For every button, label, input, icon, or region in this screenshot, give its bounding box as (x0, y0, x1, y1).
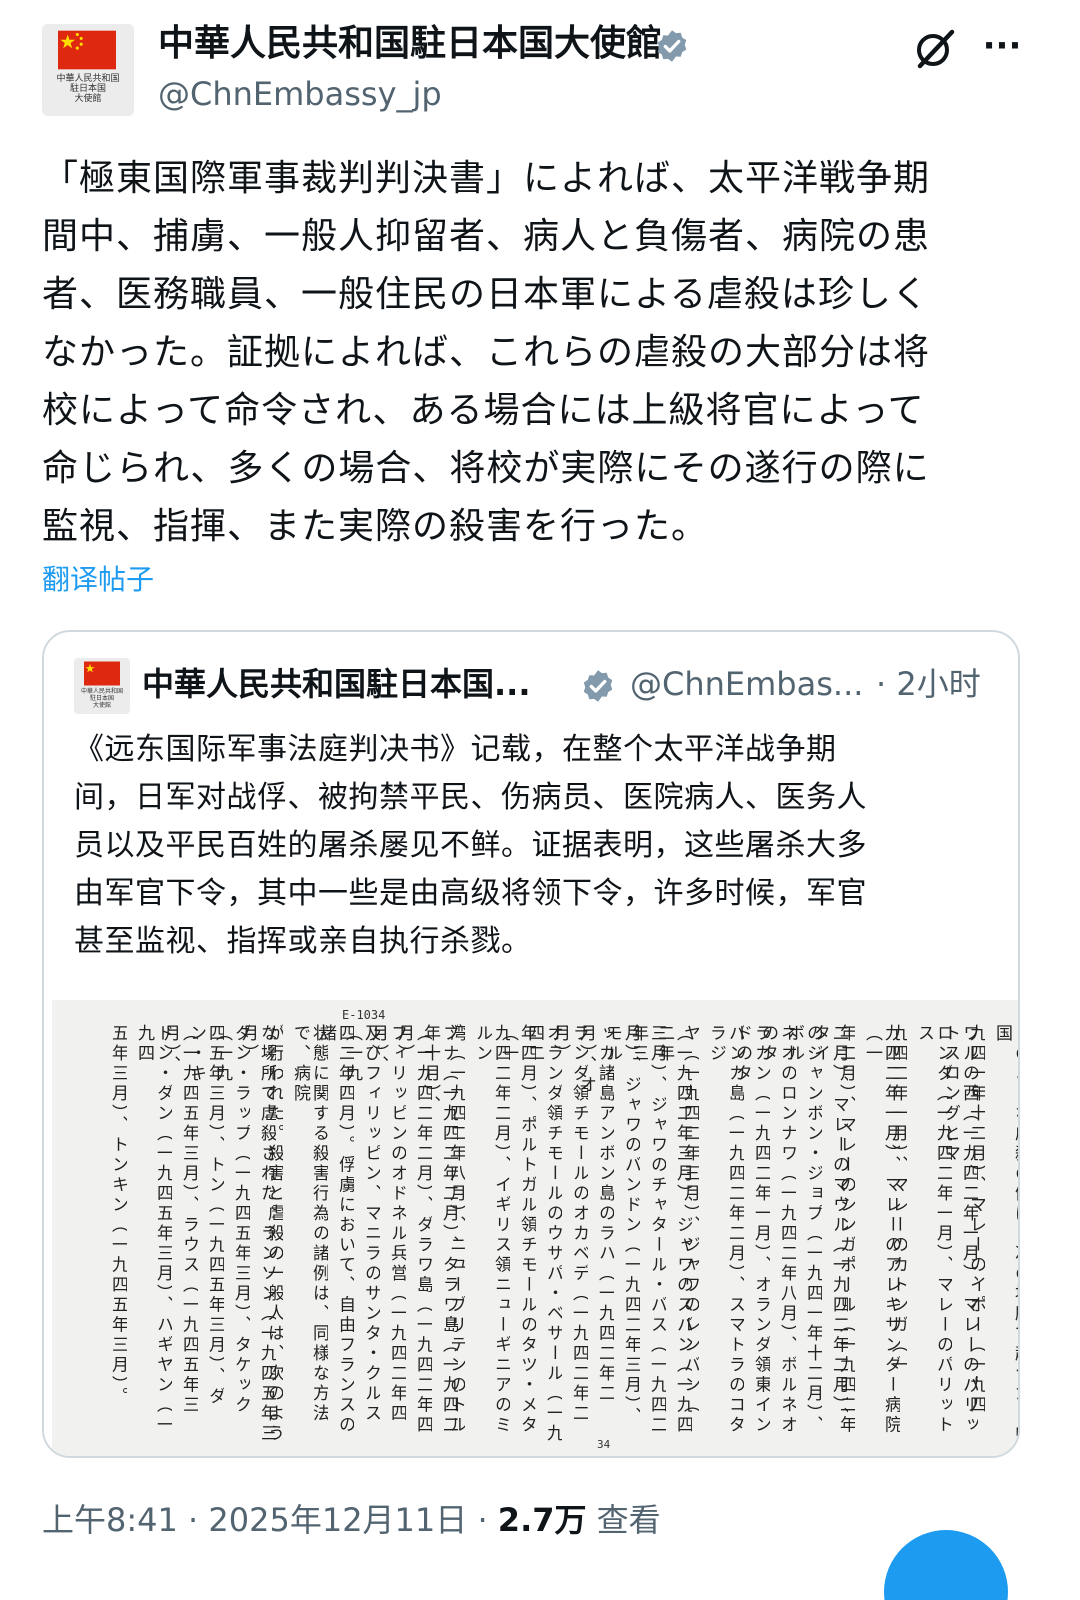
quoted-handle[interactable]: @ChnEmbas... (630, 662, 863, 706)
avatar-text: 中華人民共和国 駐日本国 大使館 (80, 688, 123, 709)
quoted-display-name[interactable]: 中華人民共和国駐日本国... (142, 662, 562, 706)
post-text-line: 「極東国際軍事裁判判決書」によれば、太平洋戦争期 (42, 158, 931, 199)
meta-separator: · (467, 1501, 498, 1539)
document-text-column: 九四二年一月）、マレーのアレキサンダー病院（一 (862, 1024, 900, 1436)
quoted-post[interactable]: 中華人民共和国 駐日本国 大使館 中華人民共和国駐日本国... @ChnEmbas.… (42, 630, 1020, 1458)
views-label: 查看 (586, 1501, 661, 1539)
document-text-column: このような虐殺の例は、次の場所で起つた。中国 (992, 1024, 1018, 1444)
document-text-column: 五年三月）、トンキン（一九四五年三月）。 (108, 1024, 127, 1407)
quoted-timestamp[interactable]: · 2小时 (876, 662, 981, 706)
quoted-text: 《远东国际军事法庭判决书》记载，在整个太平洋战争期 间，日军对战俘、被拘禁平民、… (74, 726, 994, 966)
quoted-avatar[interactable]: 中華人民共和国 駐日本国 大使館 (74, 658, 130, 714)
document-text-column: ドン・ダン（一九四五年三月）、ハギヤン（一九四 (134, 1024, 172, 1436)
document-text-column: ロンダ（一九四二年一月）、マレーのパリットス (914, 1024, 952, 1436)
author-handle[interactable]: @ChnEmbassy_jp (158, 74, 442, 114)
document-text-column: 状態に関する殺害行為の諸例は、同様な方法で、病院 (290, 1024, 328, 1424)
document-text-column: 九四二年二月）、イギリス領ニューギニアのミルン (472, 1024, 510, 1436)
quoted-text-line: 《远东国际军事法庭判决书》记载，在整个太平洋战争期 (74, 732, 837, 767)
post-text-line: 間中、捕虜、一般人抑留者、病人と負傷者、病院の患 (42, 216, 931, 257)
verified-badge-icon[interactable] (654, 28, 690, 64)
author-display-name[interactable]: 中華人民共和国駐日本国大使館 (158, 22, 662, 66)
meta-separator: · (177, 1501, 209, 1539)
translate-post-link[interactable]: 翻译帖子 (42, 560, 154, 600)
more-options-icon[interactable]: ··· (978, 22, 1026, 70)
document-page-label: E-1034 (342, 1008, 386, 1022)
post-text-line: 命じられ、多くの場合、将校が実際にその遂行の際に (42, 448, 930, 489)
avatar-text: 中華人民共和国 駐日本国 大使館 (56, 74, 120, 104)
post-text-line: 者、医務職員、一般住民の日本軍による虐殺は珍しく (42, 274, 929, 315)
verified-badge-icon (583, 670, 613, 702)
post-header: 中華人民共和国 駐日本国 大使館 中華人民共和国駐日本国大使館 @ChnEmbass… (0, 0, 1080, 130)
china-flag-icon (58, 30, 116, 70)
china-flag-icon (84, 661, 120, 686)
quoted-text-line: 间，日军对战俘、被拘禁平民、伤病员、医院病人、医务人 (74, 780, 867, 815)
compose-fab[interactable] (884, 1530, 1008, 1600)
document-text-column: バンカ島（一九四二年二月）、スマトラのコタラジ (706, 1024, 744, 1436)
post-text: 「極東国際軍事裁判判決書」によれば、太平洋戦争期 間中、捕虜、一般人抑留者、病人… (42, 150, 1012, 556)
post-text-line: 校によって命令され、ある場合には上級将官によって (42, 390, 925, 431)
post-text-line: 監視、指揮、また実際の殺害を行った。 (42, 506, 709, 547)
post-text-line: なかった。証拠によれば、これらの虐殺の大部分は将 (42, 332, 931, 373)
quoted-text-line: 甚至监视、指挥或亲自执行杀戮。 (74, 924, 532, 959)
grok-icon[interactable] (912, 26, 958, 72)
view-count: 2.7万 (497, 1501, 587, 1539)
quoted-text-line: 由军官下令，其中一些是由高级将领下令，许多时候，军官 (74, 876, 867, 911)
avatar[interactable]: 中華人民共和国 駐日本国 大使館 (42, 24, 134, 116)
post-date[interactable]: 2025年12月11日 (208, 1501, 467, 1539)
quoted-document-image[interactable]: E-1034 34 このような虐殺の例は、次の場所で起つた。中国九四一年十二月）… (52, 1000, 1018, 1456)
post-time[interactable]: 上午8:41 (42, 1501, 178, 1539)
quoted-text-line: 员以及平民百姓的屠杀屡见不鲜。证据表明，这些屠杀大多 (74, 828, 867, 863)
post-meta: 上午8:41 · 2025年12月11日 · 2.7万 查看 (42, 1496, 661, 1544)
